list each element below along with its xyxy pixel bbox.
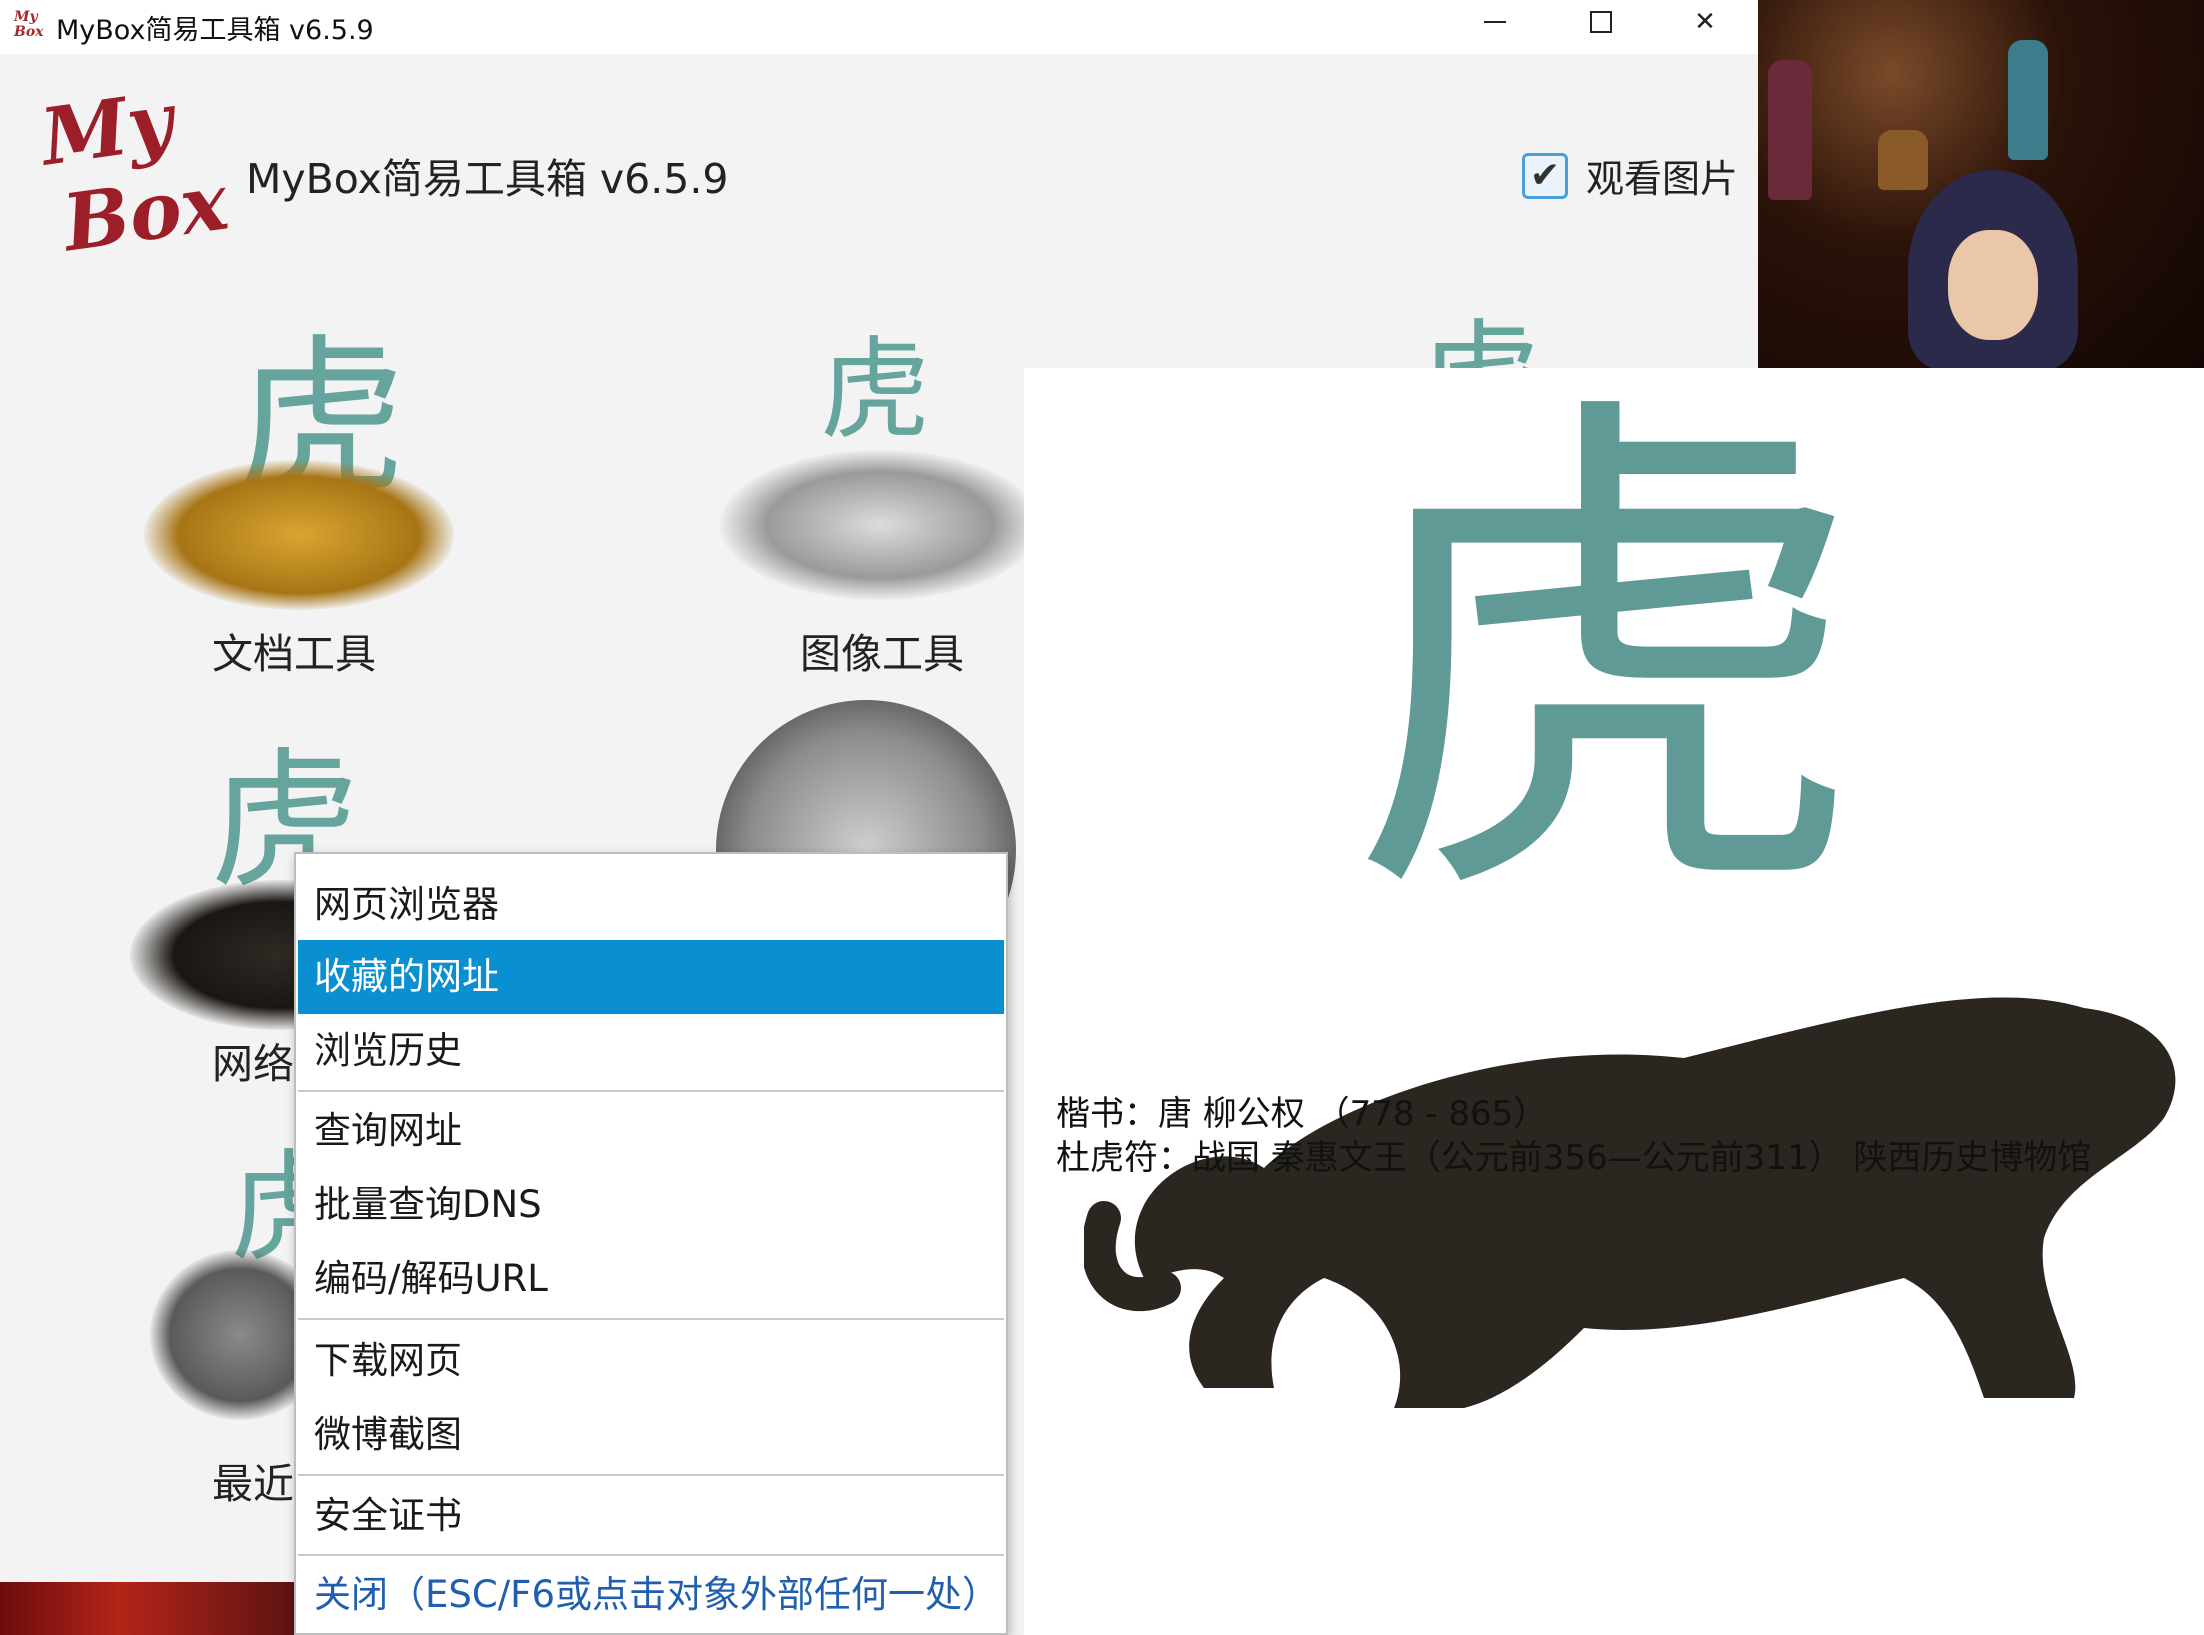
menu-item-favorite-urls[interactable]: 收藏的网址 — [298, 940, 1004, 1014]
tool-tile-hidden: 虎 — [1420, 280, 1560, 448]
menu-item-batch-dns[interactable]: 批量查询DNS — [298, 1168, 1004, 1242]
app-icon: My Box — [14, 9, 44, 40]
page-title: MyBox简易工具箱 v6.5.9 — [246, 155, 729, 203]
minimize-button[interactable] — [1442, 0, 1548, 44]
view-images-toggle[interactable]: ✔ 观看图片 — [1522, 148, 1738, 203]
menu-item-close[interactable]: 关闭（ESC/F6或点击对象外部任何一处） — [298, 1558, 1004, 1632]
calligraphy-glyph: 虎 — [1346, 368, 1866, 961]
maximize-icon — [1590, 11, 1612, 33]
menu-item-query-url[interactable]: 查询网址 — [298, 1094, 1004, 1168]
menu-item-download-page[interactable]: 下载网页 — [298, 1324, 1004, 1398]
image-caption-line2: 杜虎符：战国 秦惠文王（公元前356—公元前311） 陕西历史博物馆 — [1056, 1138, 2092, 1178]
title-bar: My Box MyBox简易工具箱 v6.5.9 ✕ — [0, 0, 1758, 54]
close-icon: ✕ — [1694, 7, 1716, 37]
maximize-button[interactable] — [1548, 0, 1654, 44]
menu-item-encode-url[interactable]: 编码/解码URL — [298, 1242, 1004, 1316]
menu-separator — [298, 1474, 1004, 1476]
menu-separator — [298, 1090, 1004, 1092]
calligraphy-glyph-icon: 虎 — [820, 326, 930, 454]
desktop-background-art — [1758, 0, 2204, 368]
tool-label: 文档工具 — [212, 630, 376, 678]
minimize-icon — [1484, 21, 1506, 23]
checkbox-checked-icon[interactable]: ✔ — [1522, 152, 1568, 199]
close-button[interactable]: ✕ — [1652, 0, 1758, 44]
image-caption-line1: 楷书：唐 柳公权 （778 - 865） — [1056, 1094, 1548, 1134]
menu-separator — [298, 1318, 1004, 1320]
bronze-tiger-tally-image — [1084, 997, 2176, 1408]
menu-item-web-browser[interactable]: 网页浏览器 — [298, 868, 1004, 942]
tool-label: 图像工具 — [800, 630, 964, 678]
tool-label: 网络 — [212, 1040, 294, 1088]
image-popup: 虎 楷书：唐 柳公权 （778 - 865） 杜虎符：战国 秦惠文王（公元前35… — [1024, 368, 2204, 1635]
desktop-strip — [0, 1582, 300, 1635]
menu-item-weibo-snapshot[interactable]: 微博截图 — [298, 1398, 1004, 1472]
context-menu: 网页浏览器 收藏的网址 浏览历史 查询网址 批量查询DNS 编码/解码URL 下… — [294, 852, 1008, 1635]
menu-item-browse-history[interactable]: 浏览历史 — [298, 1014, 1004, 1088]
tool-tile-image[interactable]: 虎 图像工具 — [700, 280, 1040, 680]
golden-tiger-icon — [144, 460, 454, 610]
tool-tile-document[interactable]: 虎 文档工具 — [130, 280, 460, 680]
menu-separator — [298, 1554, 1004, 1556]
tool-tile-medallion[interactable] — [716, 700, 1016, 1000]
tool-label: 最近 — [212, 1460, 294, 1508]
view-images-label: 观看图片 — [1586, 157, 1739, 201]
mybox-logo: My Box — [35, 75, 234, 270]
window-title: MyBox简易工具箱 v6.5.9 — [56, 14, 374, 46]
silver-dragon-icon — [720, 450, 1040, 600]
menu-item-certificates[interactable]: 安全证书 — [298, 1479, 1004, 1553]
